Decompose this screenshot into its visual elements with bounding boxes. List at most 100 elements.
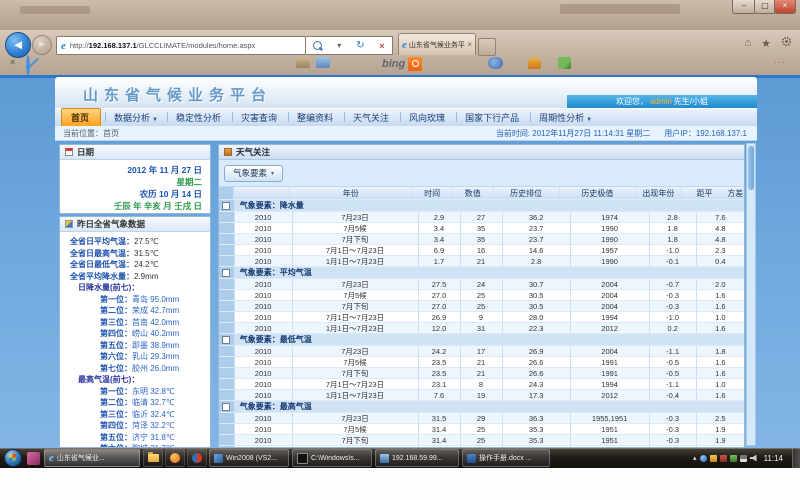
rank-line: 第一位：东明 32.8℃	[60, 386, 210, 398]
cell-extreme-year: 2004	[571, 301, 650, 312]
window-close-button[interactable]: ×	[774, 0, 796, 14]
orange-app-icon[interactable]	[165, 449, 185, 467]
cell-rank: 19	[461, 390, 503, 401]
cell-year: 2010	[235, 424, 293, 435]
cell-extreme-year: 2012	[571, 390, 650, 401]
group-checkbox[interactable]	[222, 403, 230, 411]
group-checkbox[interactable]	[222, 336, 230, 344]
nav-item[interactable]: 天气关注	[344, 109, 400, 126]
browser-tab[interactable]: e 山东省气候业务平... ×	[398, 33, 476, 55]
search-icon[interactable]	[313, 41, 322, 50]
group-checkbox[interactable]	[222, 202, 230, 210]
network-icon[interactable]	[740, 455, 747, 462]
overflow-dots-icon[interactable]: ···	[774, 57, 786, 67]
nav-item[interactable]: 国家下行产品	[456, 109, 530, 126]
rank-line: 第二位：临清 32.7℃	[60, 397, 210, 409]
station-value-link[interactable]: 菏泽 32.2℃	[132, 421, 175, 430]
gear-icon[interactable]	[781, 36, 792, 50]
tab-close-icon[interactable]: ×	[467, 40, 472, 49]
apps-icon[interactable]	[558, 57, 571, 69]
taskbar-window-win2008[interactable]: Win2008 (VS2...	[209, 449, 289, 467]
mail-icon[interactable]	[296, 57, 310, 68]
nav-item[interactable]: 数据分析▼	[105, 109, 167, 126]
nav-item[interactable]: 周期性分析▼	[530, 109, 601, 126]
nav-item[interactable]: 灾害查询	[232, 109, 288, 126]
media-app-icon[interactable]	[187, 449, 207, 467]
cell-value: 7.6	[419, 390, 461, 401]
forward-button[interactable]: ►	[32, 35, 52, 55]
window-maximize-button[interactable]: ▢	[754, 0, 776, 14]
explorer-folder-icon[interactable]	[143, 449, 163, 467]
station-value-link[interactable]: 荣成 42.7mm	[132, 306, 179, 315]
ime-icon[interactable]	[700, 455, 707, 462]
page-scrollbar[interactable]	[746, 143, 756, 446]
speaker-icon[interactable]	[750, 455, 757, 462]
station-value-link[interactable]: 胶州 26.0mm	[132, 364, 179, 373]
camera-icon[interactable]	[488, 57, 503, 69]
nav-item[interactable]: 整编资料	[288, 109, 344, 126]
show-desktop-button[interactable]	[792, 448, 800, 468]
station-value-link[interactable]: 临清 32.7℃	[132, 398, 175, 407]
address-bar[interactable]: e http://192.168.137.1/GLCCLIMATE/module…	[56, 36, 306, 55]
ie-icon: e	[49, 452, 54, 464]
station-value-link[interactable]: 即墨 38.9mm	[132, 341, 179, 350]
flag-icon[interactable]	[720, 455, 727, 462]
station-value-link[interactable]: 乳山 29.3mm	[132, 352, 179, 361]
cell-time: 7月1日～7月23日	[293, 245, 419, 256]
taskbar-app-icon[interactable]	[27, 452, 40, 465]
cell-time: 7月5候	[293, 290, 419, 301]
taskbar-ie-window[interactable]: e 山东省气候业...	[44, 449, 140, 467]
station-value-link[interactable]: 莒南 42.0mm	[132, 318, 179, 327]
station-value-link[interactable]: 济宁 31.8℃	[132, 433, 175, 442]
scrollbar-thumb[interactable]	[748, 146, 754, 190]
stop-icon[interactable]: ×	[379, 41, 384, 51]
rank-line: 第四位：崂山 40.2mm	[60, 328, 210, 340]
cell-year: 2010	[235, 290, 293, 301]
autocomplete-caret-icon[interactable]: ▾	[337, 41, 341, 50]
nav-item[interactable]: 稳定性分析	[167, 109, 232, 126]
select-cell	[219, 234, 235, 245]
station-value-link[interactable]: 崂山 40.2mm	[132, 329, 179, 338]
cell-extreme: 26.6	[503, 357, 571, 368]
taskbar-window-console[interactable]: C:\Windows\s...	[292, 449, 372, 467]
group-header-row: 气象要素：降水量	[219, 200, 744, 212]
update-icon[interactable]	[730, 455, 737, 462]
taskbar-clock[interactable]: 11:14	[764, 454, 783, 463]
bing-logo[interactable]: bing	[382, 57, 422, 71]
column-header: 时间	[412, 187, 453, 200]
nav-item[interactable]: 风向玫瑰	[400, 109, 456, 126]
group-checkbox[interactable]	[222, 269, 230, 277]
favorites-star-icon[interactable]: ★	[761, 37, 771, 50]
window-minimize-button[interactable]: –	[732, 0, 756, 14]
station-value-link[interactable]: 东明 32.8℃	[132, 387, 175, 396]
nav-item[interactable]: 首页	[61, 108, 101, 127]
tray-arrow-icon[interactable]: ▴	[693, 454, 697, 462]
home-icon[interactable]: ⌂	[744, 37, 751, 49]
group-name: 气象要素：平均气温	[235, 267, 744, 279]
select-cell	[219, 212, 235, 223]
cell-extreme: 26.9	[503, 346, 571, 357]
compatibility-icon[interactable]	[26, 55, 30, 76]
station-value-link[interactable]: 临沂 32.4℃	[132, 410, 175, 419]
new-tab-button[interactable]	[478, 38, 496, 56]
cell-extreme: 22.3	[503, 323, 571, 334]
cell-year: 2010	[235, 256, 293, 267]
taskbar-window-word-doc[interactable]: 操作手册.docx ...	[462, 449, 550, 467]
element-group: 气象要素：最高气温 2010 7月23日 31.5	[219, 401, 744, 448]
refresh-icon[interactable]: ↻	[356, 40, 364, 51]
tab-favicon: e	[402, 39, 407, 51]
photo-icon[interactable]	[316, 57, 330, 68]
start-button[interactable]	[4, 449, 22, 467]
warning-icon[interactable]	[710, 455, 717, 462]
toolbar-close-icon[interactable]: ×	[10, 57, 15, 67]
station-value-link[interactable]: 青岛 95.0mm	[132, 295, 179, 304]
element-filter-button[interactable]: 气象要素 ▾	[224, 165, 283, 182]
person-icon[interactable]	[528, 57, 541, 69]
cell-value: 3.4	[419, 234, 461, 245]
table-row: 2010 7月23日 24.2 17 26.9 2004 -1.1	[219, 346, 744, 357]
taskbar-window-remote[interactable]: 192.168.59.99...	[375, 449, 459, 467]
cell-anomaly: -0.3	[650, 424, 697, 435]
current-time: 当前时间: 2012年11月27日 11:14:31 星期二	[496, 128, 650, 139]
column-header: 距平	[682, 187, 728, 200]
cell-value: 23.1	[419, 379, 461, 390]
